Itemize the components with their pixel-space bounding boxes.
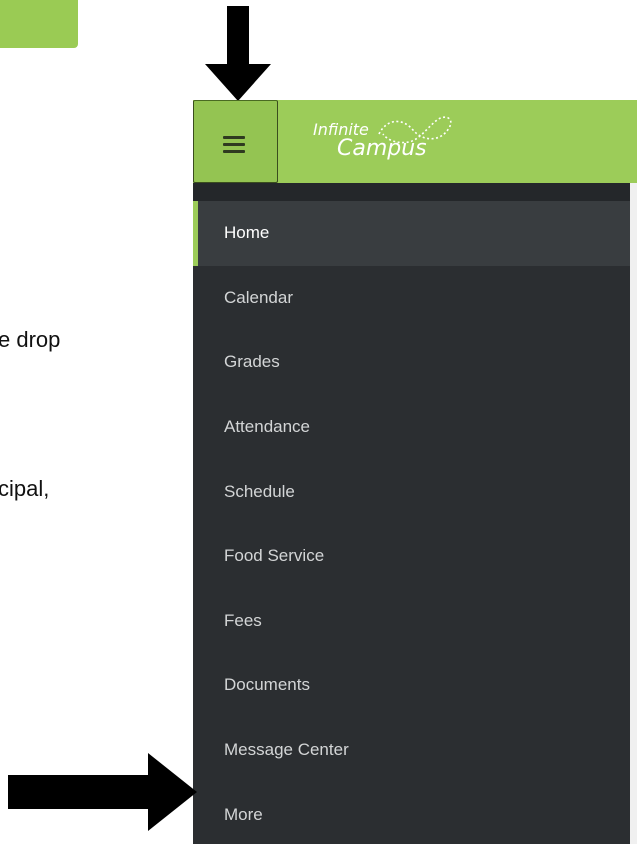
- menu-toggle-button[interactable]: [193, 100, 278, 183]
- sidebar-item-food-service[interactable]: Food Service: [193, 524, 630, 589]
- logo-text-campus: Campus: [337, 136, 427, 161]
- sidebar-item-home[interactable]: Home: [193, 201, 630, 266]
- screenshot-stage: e drop cipal, Infinite Campus Home Calen…: [0, 0, 637, 844]
- background-text-fragment: e drop: [0, 327, 61, 352]
- hamburger-icon: [223, 136, 245, 153]
- sidebar-item-attendance[interactable]: Attendance: [193, 395, 630, 460]
- arrow-down-icon: [205, 6, 271, 101]
- sidebar-item-fees[interactable]: Fees: [193, 589, 630, 654]
- sidebar-item-calendar[interactable]: Calendar: [193, 266, 630, 331]
- sidebar-item-grades[interactable]: Grades: [193, 330, 630, 395]
- arrow-right-icon: [8, 753, 197, 831]
- app-header: Infinite Campus: [193, 100, 637, 183]
- header-divider: [193, 183, 637, 201]
- sidebar-item-message-center[interactable]: Message Center: [193, 718, 630, 783]
- background-text-fragment: cipal,: [0, 476, 50, 501]
- sidebar-menu: Home Calendar Grades Attendance Schedule…: [193, 201, 630, 844]
- infinite-campus-logo: Infinite Campus: [311, 114, 461, 170]
- content-edge: [630, 183, 637, 844]
- sidebar-item-documents[interactable]: Documents: [193, 653, 630, 718]
- sidebar-item-schedule[interactable]: Schedule: [193, 459, 630, 524]
- app-window: Infinite Campus Home Calendar Grades Att…: [193, 100, 637, 844]
- partial-green-button[interactable]: [0, 0, 78, 48]
- sidebar-item-more[interactable]: More: [193, 782, 630, 844]
